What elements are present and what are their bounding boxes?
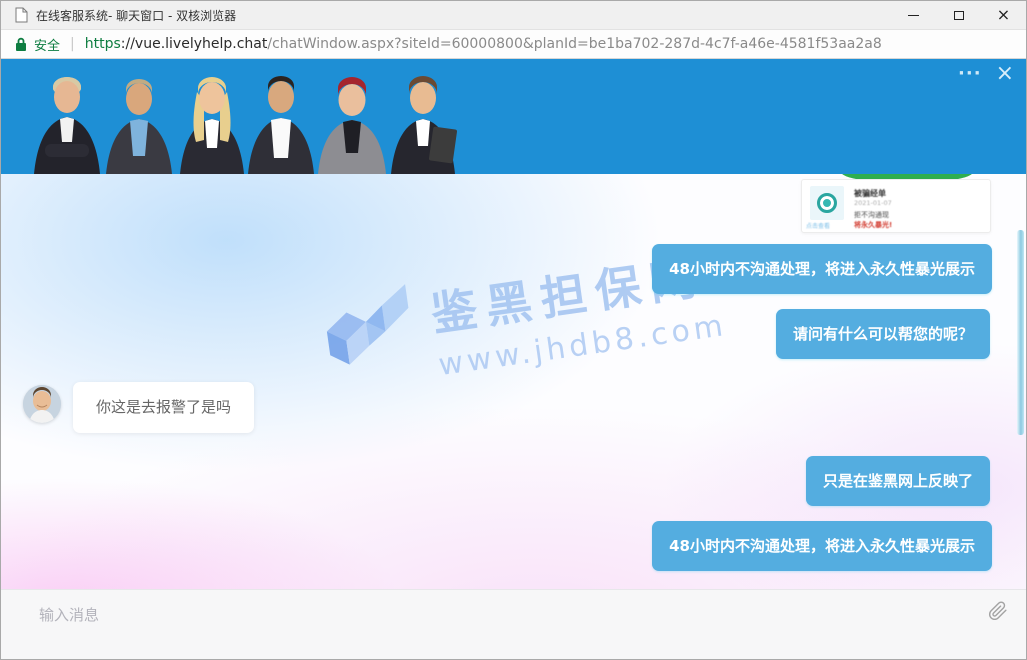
url-field[interactable]: https://vue.livelyhelp.chat/chatWindow.a… (85, 36, 882, 52)
complaint-link-card[interactable]: 点击查看 被骗经单 2021-01-07 拒不沟通现 将永久暴光! (801, 179, 991, 233)
window-controls: × (891, 1, 1026, 29)
watermark-logo-icon (318, 282, 421, 376)
card-icon-box (810, 186, 844, 220)
url-path: /chatWindow.aspx?siteId=60000800&planId=… (267, 36, 881, 52)
url-scheme: https (85, 36, 121, 52)
chat-menu-icon[interactable]: ··· (958, 65, 982, 83)
close-icon: × (997, 7, 1010, 23)
url-host: ://vue.livelyhelp.chat (121, 36, 268, 52)
chat-scrollbar[interactable] (1017, 230, 1024, 435)
message-bubble-outgoing: 48小时内不沟通处理，将进入永久性暴光展示 (652, 244, 992, 294)
card-date: 2021-01-07 (854, 199, 892, 207)
message-bubble-outgoing: 请问有什么可以帮您的呢？ (776, 309, 990, 359)
card-alert-text: 将永久暴光! (854, 220, 892, 230)
support-team-photo (29, 60, 489, 174)
message-bubble-incoming: 你这是去报警了是吗 (73, 382, 254, 433)
minimize-icon (908, 15, 919, 16)
maximize-icon (954, 11, 964, 20)
title-bar: 在线客服系统- 聊天窗口 - 双核浏览器 × (1, 1, 1026, 29)
address-bar: 安全 | https://vue.livelyhelp.chat/chatWin… (1, 29, 1026, 59)
maximize-button[interactable] (936, 1, 981, 29)
page-icon (15, 7, 28, 23)
card-title: 被骗经单 (854, 188, 886, 199)
minimize-button[interactable] (891, 1, 936, 29)
card-caption: 点击查看 (806, 221, 850, 230)
secure-label: 安全 (34, 35, 60, 54)
visitor-avatar (23, 385, 61, 423)
close-button[interactable]: × (981, 1, 1026, 29)
browser-window: 在线客服系统- 聊天窗口 - 双核浏览器 × 安全 | https://vue.… (0, 0, 1027, 660)
chat-header-actions: ··· × (958, 63, 1014, 85)
lock-icon (15, 37, 27, 52)
watermark-site: www.jhdb8.com (436, 308, 729, 383)
message-input[interactable] (39, 600, 939, 630)
chat-transcript[interactable]: 鉴黑担保网 www.jhdb8.com 点击查看 被骗经单 2021-01-07… (1, 174, 1026, 589)
card-description: 拒不沟通现 (854, 210, 889, 220)
visitor-avatar-image (23, 385, 61, 423)
message-composer (1, 589, 1026, 660)
card-status-icon (817, 193, 837, 213)
window-title: 在线客服系统- 聊天窗口 - 双核浏览器 (36, 7, 236, 24)
chat-banner: ··· × (1, 59, 1026, 174)
attachment-icon[interactable] (988, 601, 1008, 621)
chat-close-icon[interactable]: × (996, 63, 1014, 85)
message-bubble-outgoing: 48小时内不沟通处理，将进入永久性暴光展示 (652, 521, 992, 571)
address-separator: | (70, 36, 75, 52)
message-bubble-outgoing: 只是在鉴黑网上反映了 (806, 456, 990, 506)
